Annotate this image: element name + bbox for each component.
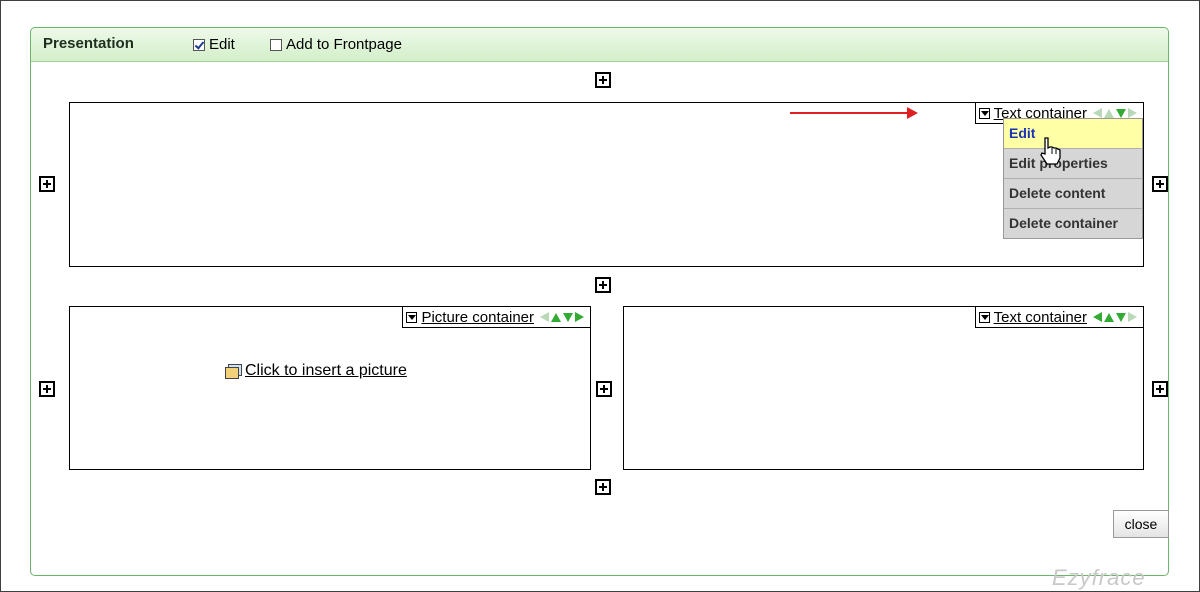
add-middle-icon[interactable] <box>595 277 611 293</box>
hand-cursor-icon <box>1040 137 1061 165</box>
panel-title: Presentation <box>43 35 134 52</box>
add-left-bottom-icon[interactable] <box>39 381 55 397</box>
edit-checkbox-label: Edit <box>209 36 235 53</box>
add-right-bottom-icon[interactable] <box>1152 381 1168 397</box>
arrow-left-icon[interactable] <box>1093 312 1102 322</box>
arrow-right-icon[interactable] <box>1128 108 1137 118</box>
arrow-down-icon[interactable] <box>1116 312 1126 322</box>
frontpage-checkbox-label: Add to Frontpage <box>286 36 402 53</box>
menu-item-edit[interactable]: Edit <box>1004 119 1142 148</box>
dropdown-icon[interactable] <box>978 311 990 323</box>
text-container-top: Text container <box>69 102 1144 267</box>
arrow-up-icon[interactable] <box>551 312 561 322</box>
watermark-text: Ezyfrace <box>1052 565 1146 590</box>
container-title-bar: Text container <box>974 307 1143 328</box>
close-button[interactable]: close <box>1113 510 1169 538</box>
dropdown-icon[interactable] <box>978 107 990 119</box>
edit-checkbox-box[interactable] <box>193 38 205 51</box>
arrow-left-icon[interactable] <box>1093 108 1102 118</box>
menu-item-edit-properties[interactable]: Edit properties <box>1004 148 1142 178</box>
add-left-icon[interactable] <box>39 176 55 192</box>
arrow-up-icon[interactable] <box>1104 312 1114 322</box>
edit-checkbox[interactable]: Edit <box>193 36 235 53</box>
arrow-left-icon[interactable] <box>540 312 549 322</box>
add-right-icon[interactable] <box>1152 176 1168 192</box>
arrow-up-icon[interactable] <box>1104 108 1114 118</box>
container-label[interactable]: Text container <box>994 309 1087 326</box>
arrow-right-icon[interactable] <box>1128 312 1137 322</box>
arrow-down-icon[interactable] <box>563 312 573 322</box>
picture-container: Picture container <box>69 306 591 470</box>
frontpage-checkbox-box[interactable] <box>270 38 282 51</box>
dropdown-icon[interactable] <box>406 311 418 323</box>
menu-item-delete-content[interactable]: Delete content <box>1004 178 1142 208</box>
container-context-menu: Edit Edit properties Delete content Dele… <box>1003 118 1143 239</box>
frontpage-checkbox[interactable]: Add to Frontpage <box>270 36 402 53</box>
add-top-icon[interactable] <box>595 72 611 88</box>
add-between-icon[interactable] <box>596 381 612 397</box>
container-label[interactable]: Picture container <box>421 309 534 326</box>
add-bottom-icon[interactable] <box>595 479 611 495</box>
text-container-bottom: Text container <box>623 306 1144 470</box>
picture-icon <box>225 364 242 379</box>
insert-picture-label[interactable]: Click to insert a picture <box>245 362 407 380</box>
annotation-arrow-icon <box>790 107 918 119</box>
menu-item-delete-container[interactable]: Delete container <box>1004 208 1142 238</box>
arrow-down-icon[interactable] <box>1116 108 1126 118</box>
insert-picture-link[interactable]: Click to insert a picture <box>225 362 407 380</box>
panel-header: Presentation Edit Add to Frontpage <box>31 28 1168 62</box>
arrow-right-icon[interactable] <box>575 312 584 322</box>
container-title-bar: Picture container <box>402 307 590 328</box>
